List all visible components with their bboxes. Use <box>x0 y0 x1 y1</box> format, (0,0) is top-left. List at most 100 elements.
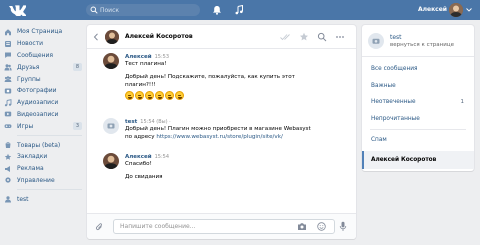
search-icon[interactable] <box>317 32 327 42</box>
smile-emoji-icon <box>125 91 134 100</box>
back-to-page-link[interactable]: вернуться к странице <box>390 42 454 48</box>
top-user-name[interactable]: Алексей <box>418 6 447 13</box>
message-meta: Алексей 15:54 <box>125 153 343 160</box>
emoji-icon[interactable] <box>317 222 326 231</box>
filter-label: Непрочитанные <box>371 115 420 122</box>
friends-icon <box>4 64 12 71</box>
sidebar-item-label: Закладки <box>17 153 48 161</box>
paperclip-icon[interactable] <box>95 222 104 232</box>
dialogs-filter-panel: test вернуться к странице Все сообщения … <box>362 25 474 171</box>
filter-unanswered[interactable]: Неотвеченные 1 <box>362 94 474 111</box>
compose-box[interactable] <box>113 219 335 234</box>
smile-emoji-icon <box>155 91 164 100</box>
settings-icon <box>5 177 11 184</box>
message-body: Алексей 15:54 Спасибо! До свидания <box>125 153 343 181</box>
chevron-down-icon[interactable] <box>466 8 472 12</box>
top-bar: Алексей <box>0 0 480 20</box>
filter-label: Все сообщения <box>371 66 418 72</box>
menu-divider <box>17 135 82 137</box>
more-icon[interactable] <box>335 32 345 42</box>
sidebar-item-video[interactable]: Видеозаписи <box>4 109 82 121</box>
filter-divider <box>370 129 466 130</box>
search-input[interactable] <box>100 4 196 16</box>
sidebar-item-label: Видеозаписи <box>17 110 59 118</box>
sidebar-item-label: test <box>17 195 29 203</box>
message-input[interactable] <box>120 220 290 233</box>
compose-bar <box>87 213 356 239</box>
chat-header: Алексей Косоротов <box>87 25 356 49</box>
sidebar-item-groups[interactable]: Группы <box>4 73 82 85</box>
filter-important[interactable]: Важные <box>362 78 474 95</box>
message-text-part: по адресу <box>125 134 155 140</box>
news-icon <box>5 40 11 47</box>
sidebar-item-label: Реклама <box>17 165 44 173</box>
message-text: плагин?!!! <box>125 82 156 88</box>
groups-icon <box>4 76 12 83</box>
filter-spam[interactable]: Спам <box>362 132 474 149</box>
camera-placeholder-icon <box>107 123 115 129</box>
filter-all-messages[interactable]: Все сообщения <box>362 61 474 78</box>
sidebar-item-goods[interactable]: Товары (beta) <box>4 139 82 151</box>
sidebar-item-news[interactable]: Новости <box>4 38 82 50</box>
sidebar-item-label: Товары (beta) <box>17 141 61 149</box>
message-text: Тест плагина! <box>125 61 167 67</box>
current-user-block[interactable]: test вернуться к странице <box>362 25 474 57</box>
message-text: по адресу https://www.webasyst.ru/store/… <box>125 133 343 141</box>
active-dialog-item[interactable]: Алексей Косоротов <box>362 151 474 169</box>
audio-icon <box>4 98 12 106</box>
message-text: Добрый день! Подскажите, пожалуйста, как… <box>125 74 295 80</box>
video-icon <box>4 112 12 117</box>
home-icon <box>5 29 11 36</box>
filter-label: Спам <box>371 137 387 143</box>
bell-icon[interactable] <box>212 5 222 15</box>
sidebar-item-test[interactable]: test <box>4 193 82 205</box>
smile-emoji-icon <box>165 91 174 100</box>
filter-label: Неотвеченные <box>371 99 416 105</box>
search-box[interactable] <box>86 4 200 16</box>
avatar-photo-icon <box>105 30 119 44</box>
vk-logo-icon[interactable] <box>8 4 26 16</box>
ads-icon <box>5 165 10 172</box>
double-check-icon[interactable] <box>280 32 290 42</box>
avatar[interactable] <box>103 118 119 134</box>
avatar[interactable] <box>368 33 384 49</box>
message-text: До свидания <box>125 174 163 180</box>
smile-emoji-icon <box>135 91 144 100</box>
bookmark-icon <box>4 153 12 160</box>
filter-unread[interactable]: Непрочитанные <box>362 111 474 128</box>
avatar[interactable] <box>103 153 119 169</box>
camera-icon[interactable] <box>297 222 307 231</box>
sidebar-item-friends[interactable]: Друзья 8 <box>4 61 82 73</box>
chat-peer-name[interactable]: Алексей Косоротов <box>125 33 193 40</box>
message-body: Алексей 15:53 Тест плагина! Добрый день! … <box>125 53 343 100</box>
store-link[interactable]: https://www.webasyst.ru/store/plugin/sit… <box>156 134 283 140</box>
sidebar-item-ads[interactable]: Реклама <box>4 163 82 175</box>
filter-label: Важные <box>371 82 396 89</box>
sidebar-item-games[interactable]: Игры 3 <box>4 120 82 132</box>
message-body: test 15:54 (Вы) · Добрый день! Плагин мож… <box>125 118 343 141</box>
sidebar-item-label: Группы <box>17 75 41 83</box>
star-icon[interactable] <box>299 32 309 42</box>
sidebar-item-messages[interactable]: Сообщения <box>4 50 82 62</box>
user-icon <box>5 196 11 203</box>
sidebar-item-manage[interactable]: Управление <box>4 175 82 187</box>
smile-emoji-icon <box>145 91 154 100</box>
avatar[interactable] <box>105 30 119 44</box>
message-text: Спасибо! <box>125 161 152 167</box>
music-note-icon[interactable] <box>234 5 244 15</box>
current-user-name[interactable]: test <box>390 34 402 41</box>
sidebar-item-audio[interactable]: Аудиозаписи <box>4 97 82 109</box>
games-count-badge: 3 <box>73 122 82 131</box>
sidebar-item-my-page[interactable]: Моя Страница <box>4 26 82 38</box>
sidebar-item-bookmarks[interactable]: Закладки <box>4 151 82 163</box>
sidebar-item-photos[interactable]: Фотографии <box>4 85 82 97</box>
camera-placeholder-icon <box>372 38 380 44</box>
message-time[interactable]: 15:54 <box>155 154 169 160</box>
avatar[interactable] <box>103 53 119 69</box>
microphone-icon[interactable] <box>339 221 347 232</box>
top-avatar[interactable] <box>449 3 463 17</box>
sidebar-item-label: Друзья <box>17 63 40 71</box>
friends-count-badge: 8 <box>73 63 82 72</box>
back-arrow-icon[interactable] <box>93 33 99 41</box>
message-meta: test 15:54 (Вы) · <box>125 118 343 125</box>
